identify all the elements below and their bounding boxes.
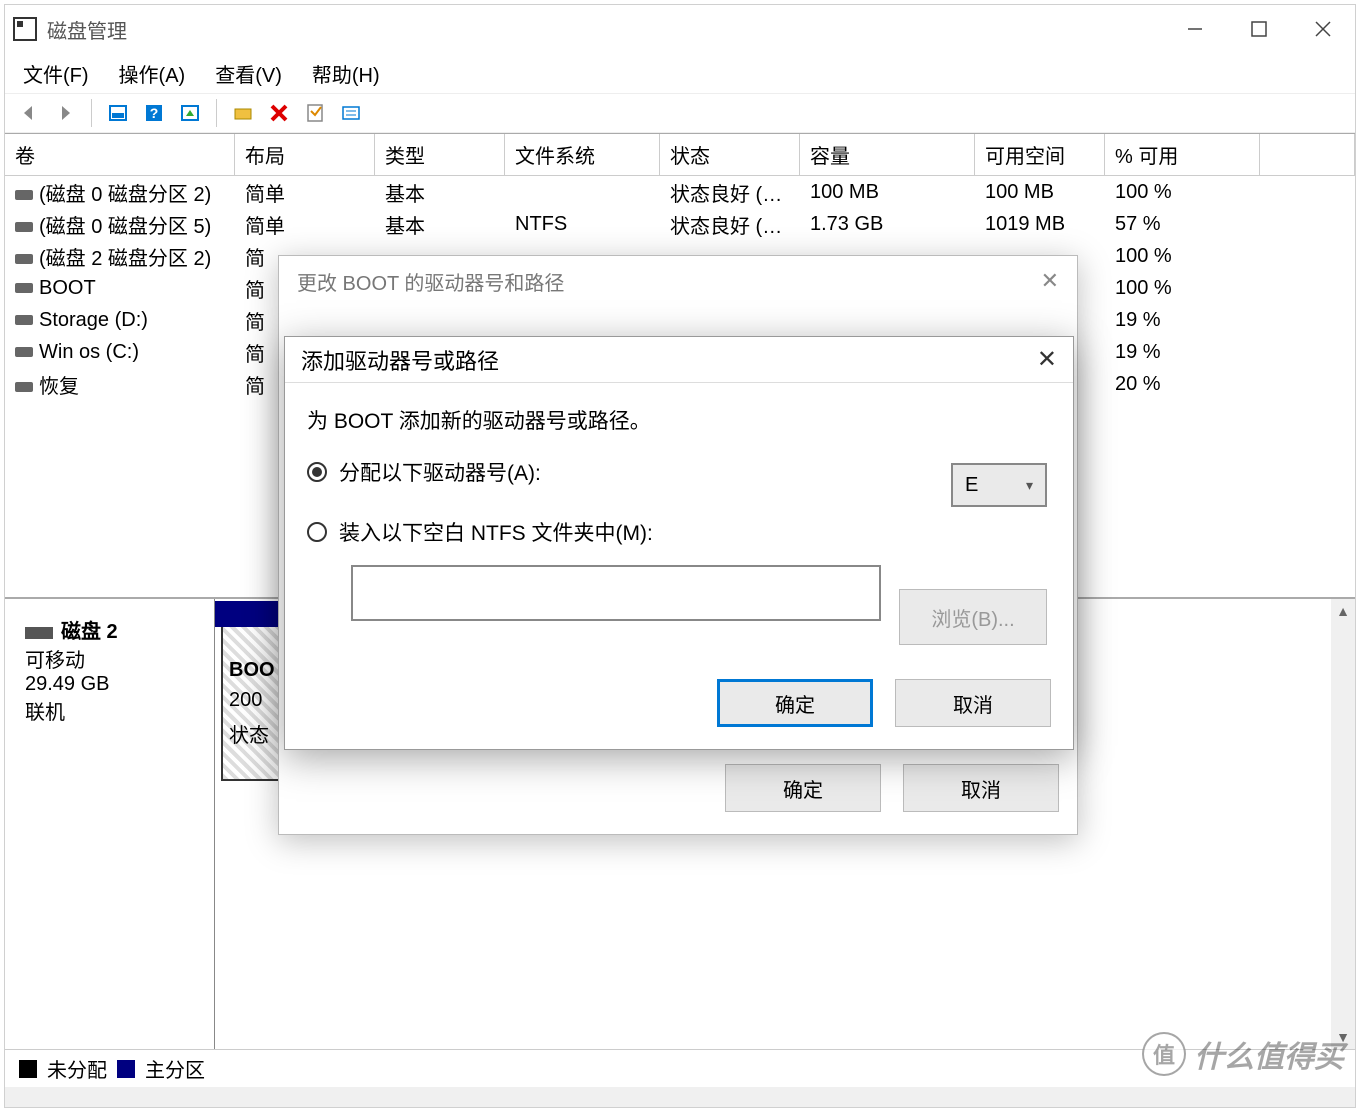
drive-letter-select[interactable]: E ▾ (951, 463, 1047, 507)
volume-icon (15, 347, 33, 357)
front-dialog-close-icon[interactable]: ✕ (1037, 345, 1057, 374)
minimize-button[interactable] (1163, 5, 1227, 53)
mount-path-input[interactable] (351, 565, 881, 621)
add-drive-letter-dialog: 添加驱动器号或路径 ✕ 为 BOOT 添加新的驱动器号或路径。 分配以下驱动器号… (284, 336, 1074, 750)
dialog-instruction: 为 BOOT 添加新的驱动器号或路径。 (307, 405, 1051, 435)
refresh-button[interactable] (176, 99, 204, 127)
help-button[interactable]: ? (140, 99, 168, 127)
horizontal-scrollbar[interactable] (5, 1087, 1355, 1107)
toolbar: ? (5, 93, 1355, 133)
partition-name: BOO (229, 659, 275, 682)
disk-name: 磁盘 2 (61, 621, 118, 643)
col-capacity[interactable]: 容量 (800, 134, 975, 176)
vertical-scrollbar[interactable]: ▲ ▼ (1331, 599, 1355, 1049)
titlebar: 磁盘管理 (5, 5, 1355, 53)
volume-icon (15, 382, 33, 392)
forward-button[interactable] (51, 99, 79, 127)
radio-mount-folder[interactable] (307, 522, 327, 542)
watermark: 值 什么值得买 (1142, 1032, 1344, 1076)
col-volume[interactable]: 卷 (5, 134, 235, 176)
parent-dialog-close-icon[interactable]: ✕ (1041, 268, 1059, 294)
show-hide-tree-button[interactable] (104, 99, 132, 127)
volume-icon (15, 254, 33, 264)
cancel-button[interactable]: 取消 (895, 679, 1051, 727)
volume-icon (15, 283, 33, 293)
radio-assign-label: 分配以下驱动器号(A): (339, 457, 541, 487)
disk-removable: 可移动 (25, 644, 194, 673)
list-button[interactable] (337, 99, 365, 127)
close-button[interactable] (1291, 5, 1355, 53)
col-layout[interactable]: 布局 (235, 134, 375, 176)
legend-unallocated-label: 未分配 (47, 1054, 107, 1083)
delete-button[interactable] (265, 99, 293, 127)
partition-boot[interactable]: BOO 200 状态 (221, 611, 281, 781)
menu-view[interactable]: 查看(V) (215, 59, 282, 88)
col-free[interactable]: 可用空间 (975, 134, 1105, 176)
table-row[interactable]: (磁盘 0 磁盘分区 5)简单基本NTFS状态良好 (…1.73 GB1019 … (5, 208, 1355, 240)
radio-mount-label: 装入以下空白 NTFS 文件夹中(M): (339, 517, 653, 547)
watermark-text: 什么值得买 (1194, 1032, 1344, 1076)
menu-file[interactable]: 文件(F) (23, 59, 89, 88)
col-filesystem[interactable]: 文件系统 (505, 134, 660, 176)
legend-primary-swatch (117, 1060, 135, 1078)
col-pct[interactable]: % 可用 (1105, 134, 1260, 176)
parent-dialog-title: 更改 BOOT 的驱动器号和路径 (297, 267, 564, 296)
front-dialog-title: 添加驱动器号或路径 (301, 344, 499, 376)
watermark-icon: 值 (1142, 1032, 1186, 1076)
back-button[interactable] (15, 99, 43, 127)
drive-letter-value: E (965, 474, 978, 497)
col-type[interactable]: 类型 (375, 134, 505, 176)
window-title: 磁盘管理 (47, 15, 127, 44)
maximize-button[interactable] (1227, 5, 1291, 53)
menubar: 文件(F) 操作(A) 查看(V) 帮助(H) (5, 53, 1355, 93)
chevron-down-icon: ▾ (1026, 477, 1033, 494)
properties-button[interactable] (301, 99, 329, 127)
scroll-up-icon[interactable]: ▲ (1336, 603, 1350, 619)
volume-icon (15, 190, 33, 200)
partition-size: 200 (229, 689, 262, 712)
col-status[interactable]: 状态 (660, 134, 800, 176)
settings-button[interactable] (229, 99, 257, 127)
disk-icon (25, 627, 53, 639)
partition-status: 状态 (229, 719, 269, 748)
menu-help[interactable]: 帮助(H) (312, 59, 380, 88)
ok-button[interactable]: 确定 (717, 679, 873, 727)
disk-info: 磁盘 2 可移动 29.49 GB 联机 (5, 599, 215, 1049)
app-icon (13, 17, 37, 41)
parent-cancel-button[interactable]: 取消 (903, 764, 1059, 812)
menu-action[interactable]: 操作(A) (119, 59, 186, 88)
disk-size: 29.49 GB (25, 673, 194, 696)
svg-text:?: ? (150, 105, 159, 121)
legend-unallocated-swatch (19, 1060, 37, 1078)
browse-button: 浏览(B)... (899, 589, 1047, 645)
table-row[interactable]: (磁盘 0 磁盘分区 2)简单基本状态良好 (…100 MB100 MB100 … (5, 176, 1355, 208)
disk-online: 联机 (25, 696, 194, 725)
parent-ok-button[interactable]: 确定 (725, 764, 881, 812)
legend-primary-label: 主分区 (145, 1054, 205, 1083)
radio-assign-letter[interactable] (307, 462, 327, 482)
table-header: 卷 布局 类型 文件系统 状态 容量 可用空间 % 可用 (5, 134, 1355, 176)
volume-icon (15, 222, 33, 232)
volume-icon (15, 315, 33, 325)
